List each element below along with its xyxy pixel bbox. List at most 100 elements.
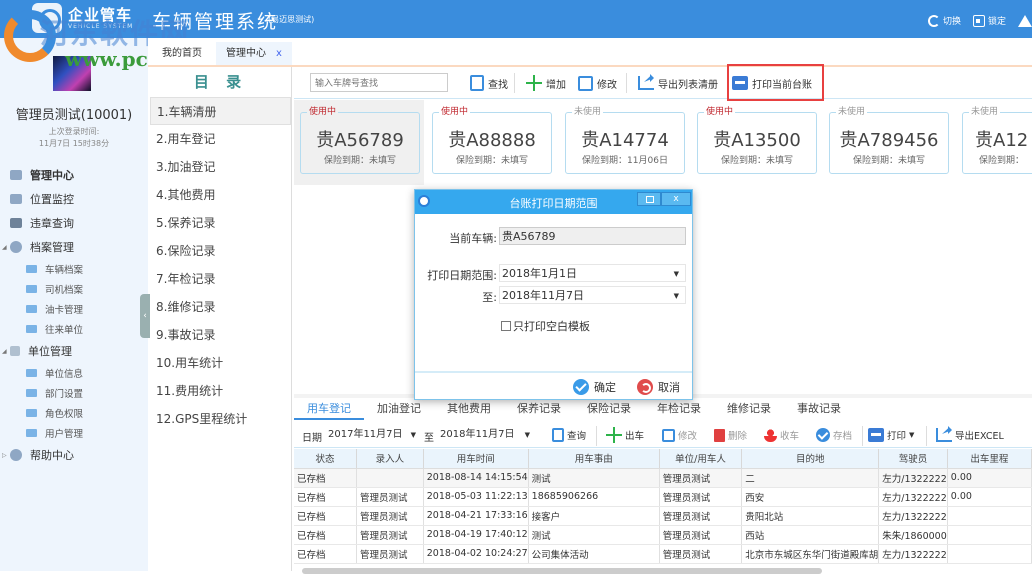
table-row[interactable]: 已存档 管理员测试 2018-04-19 17:40:12 测试 管理员测试 西站 朱朱/1… bbox=[294, 525, 1032, 545]
catalog-item[interactable]: 2.用车登记 bbox=[150, 125, 291, 153]
sidebar-item-partner-units[interactable]: 往来单位 bbox=[0, 319, 148, 339]
catalog-item[interactable]: 4.其他费用 bbox=[150, 181, 291, 209]
expand-triangle-icon[interactable]: ◢ bbox=[2, 348, 7, 355]
column-header[interactable]: 录入人 bbox=[356, 449, 424, 469]
sidebar-item-fuel-card[interactable]: 油卡管理 bbox=[0, 299, 148, 319]
catalog-item[interactable]: 5.保养记录 bbox=[150, 209, 291, 237]
table-row[interactable]: 已存档 管理员测试 2018-05-03 11:22:13 18685906266 管理… bbox=[294, 487, 1032, 507]
catalog-item[interactable]: 8.维修记录 bbox=[150, 293, 291, 321]
column-header[interactable]: 用车时间 bbox=[423, 449, 529, 469]
avatar[interactable] bbox=[53, 56, 91, 91]
tab-annual-inspection[interactable]: 年检记录 bbox=[644, 398, 714, 420]
plate-number: 贵A14774 bbox=[581, 130, 669, 151]
lock-label: 锁定 bbox=[987, 17, 1006, 27]
archive-button[interactable]: 存档 bbox=[816, 426, 852, 444]
column-header[interactable]: 状态 bbox=[294, 449, 358, 469]
tab-usage-register[interactable]: 用车登记 bbox=[294, 398, 364, 420]
sidebar-item-department-settings[interactable]: 部门设置 bbox=[0, 383, 148, 403]
dialog-titlebar[interactable]: 台账打印日期范围 x bbox=[415, 190, 692, 214]
edit-button[interactable]: 修改 bbox=[578, 73, 617, 93]
maximize-button[interactable] bbox=[637, 192, 661, 206]
tab-insurance[interactable]: 保险记录 bbox=[574, 398, 644, 420]
delete-button[interactable]: 删除 bbox=[714, 426, 747, 444]
table-row[interactable]: 已存档 2018-08-14 14:15:54 测试 管理员测试二左力/1322222… bbox=[294, 468, 1032, 488]
expand-triangle-icon[interactable]: ◢ bbox=[2, 244, 7, 251]
tab-management-center[interactable]: 管理中心 x bbox=[216, 42, 292, 65]
tab-maintenance[interactable]: 保养记录 bbox=[504, 398, 574, 420]
catalog-item[interactable]: 12.GPS里程统计 bbox=[150, 405, 291, 433]
catalog-item[interactable]: 10.用车统计 bbox=[150, 349, 291, 377]
plate-number: 贵A88888 bbox=[448, 130, 536, 151]
tab-fuel-register[interactable]: 加油登记 bbox=[364, 398, 434, 420]
depart-button[interactable]: 出车 bbox=[606, 426, 644, 444]
date-to-select[interactable]: 2018年11月7日 ▼ bbox=[438, 426, 534, 444]
horizontal-scrollbar[interactable] bbox=[302, 568, 822, 574]
column-header[interactable]: 目的地 bbox=[741, 449, 880, 469]
export-list-button[interactable]: 导出列表清册 bbox=[638, 73, 718, 93]
sidebar-item-archive-management[interactable]: ◢ 档案管理 bbox=[0, 235, 148, 259]
tab-other-fees[interactable]: 其他费用 bbox=[434, 398, 504, 420]
catalog-item[interactable]: 9.事故记录 bbox=[150, 321, 291, 349]
blank-template-checkbox[interactable]: 只打印空白模板 bbox=[501, 318, 590, 334]
sidebar-item-unit-info[interactable]: 单位信息 bbox=[0, 363, 148, 383]
cancel-button[interactable]: 取消 bbox=[637, 379, 680, 395]
sidebar-item-location-monitor[interactable]: 位置监控 bbox=[0, 187, 148, 211]
find-button[interactable]: 查找 bbox=[470, 73, 508, 93]
vehicle-card[interactable]: 未使用 贵A12 保险到期： bbox=[956, 100, 1032, 185]
ok-button[interactable]: 确定 bbox=[573, 379, 616, 395]
sidebar-item-role-permissions[interactable]: 角色权限 bbox=[0, 403, 148, 423]
close-icon[interactable]: x bbox=[276, 48, 282, 59]
catalog-item[interactable]: 7.年检记录 bbox=[150, 265, 291, 293]
date-to-select[interactable]: 2018年11月7日 ▼ bbox=[499, 286, 686, 304]
switch-button[interactable]: 切换 bbox=[927, 14, 961, 27]
tab-home[interactable]: 我的首页 bbox=[152, 42, 212, 65]
catalog-item[interactable]: 3.加油登记 bbox=[150, 153, 291, 181]
date-from-select[interactable]: 2017年11月7日 ▼ bbox=[326, 426, 420, 444]
catalog-item[interactable]: 1.车辆清册 bbox=[150, 97, 291, 125]
bag-icon bbox=[10, 218, 22, 228]
catalog-item[interactable]: 6.保险记录 bbox=[150, 237, 291, 265]
vehicle-card[interactable]: 使用中 贵A13500 保险到期：未填写 bbox=[691, 100, 821, 185]
vehicle-card[interactable]: 使用中 贵A88888 保险到期：未填写 bbox=[426, 100, 556, 185]
tab-repair[interactable]: 维修记录 bbox=[714, 398, 784, 420]
edit-record-button[interactable]: 修改 bbox=[662, 426, 697, 444]
return-car-button[interactable]: 收车 bbox=[764, 426, 799, 444]
vehicle-card[interactable]: 未使用 贵A789456 保险到期：未填写 bbox=[823, 100, 953, 185]
vehicle-card[interactable]: 未使用 贵A14774 保险到期：11月06日 bbox=[559, 100, 689, 185]
sidebar-item-management-center[interactable]: 管理中心 bbox=[0, 163, 148, 187]
table-row[interactable]: 已存档 管理员测试 2018-04-21 17:33:16 接客户 管理员测试 贵阳北站左… bbox=[294, 506, 1032, 526]
query-button[interactable]: 查询 bbox=[552, 426, 586, 444]
plate-search-input[interactable] bbox=[310, 73, 448, 92]
checkbox-icon[interactable] bbox=[501, 321, 511, 331]
current-vehicle-label: 当前车辆: bbox=[449, 232, 497, 245]
cell: 2018-04-21 17:33:16 bbox=[423, 506, 529, 526]
print-ledger-button[interactable]: 打印当前台账 bbox=[732, 73, 812, 93]
lock-button[interactable]: 锁定 bbox=[972, 14, 1006, 27]
sidebar-item-label: 单位信息 bbox=[45, 369, 84, 380]
chevron-down-icon: ▼ bbox=[909, 431, 915, 439]
catalog-item[interactable]: 11.费用统计 bbox=[150, 377, 291, 405]
edit-profile-button[interactable] bbox=[1018, 14, 1032, 27]
search-icon bbox=[470, 75, 484, 91]
column-header[interactable]: 出车里程 bbox=[947, 449, 1032, 469]
sidebar-item-driver-archive[interactable]: 司机档案 bbox=[0, 279, 148, 299]
print-dropdown-button[interactable]: 打印 ▼ bbox=[868, 426, 914, 444]
sidebar-item-user-management[interactable]: 用户管理 bbox=[0, 423, 148, 443]
export-excel-button[interactable]: 导出EXCEL bbox=[936, 426, 1004, 444]
collapsed-triangle-icon[interactable]: ▷ bbox=[2, 452, 7, 459]
sidebar-item-vehicle-archive[interactable]: 车辆档案 bbox=[0, 259, 148, 279]
add-button[interactable]: 增加 bbox=[526, 73, 566, 93]
vehicle-card[interactable]: 使用中 贵A56789 保险到期：未填写 bbox=[294, 100, 424, 185]
column-header[interactable]: 驾驶员 bbox=[878, 449, 948, 469]
sidebar-collapse-button[interactable]: ‹ bbox=[140, 294, 150, 338]
sidebar-item-violation-query[interactable]: 违章查询 bbox=[0, 211, 148, 235]
date-from-select[interactable]: 2018年1月1日 ▼ bbox=[499, 264, 686, 282]
sidebar-item-help-center[interactable]: ▷ 帮助中心 bbox=[0, 443, 148, 467]
table-row[interactable]: 已存档 管理员测试 2018-04-02 10:24:27 公司集体活动 管理员测试 北京… bbox=[294, 544, 1032, 564]
header-actions: 切换 锁定 bbox=[927, 14, 1032, 27]
sidebar-item-unit-management[interactable]: ◢ 单位管理 bbox=[0, 339, 148, 363]
close-button[interactable]: x bbox=[661, 192, 691, 206]
tab-accident[interactable]: 事故记录 bbox=[784, 398, 854, 420]
column-header[interactable]: 用车事由 bbox=[528, 449, 660, 469]
column-header[interactable]: 单位/用车人 bbox=[659, 449, 743, 469]
